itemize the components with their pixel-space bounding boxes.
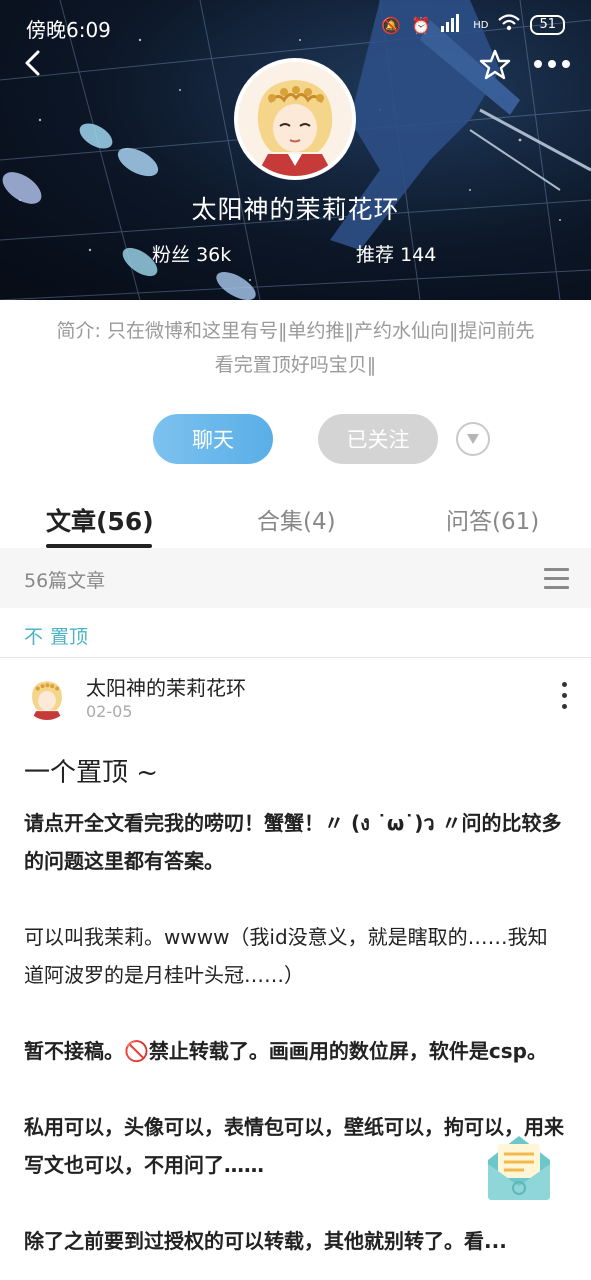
fans-stat[interactable]: 粉丝 36k xyxy=(152,240,231,267)
tab-qa[interactable]: 问答(61) xyxy=(446,502,539,536)
more-vertical-icon xyxy=(556,682,572,709)
post-paragraph: 请点开全文看完我的唠叨！蟹蟹！〃 (ง ˙ω˙)ว 〃问的比较多的问题这里都有答… xyxy=(24,811,562,873)
pin-icon: 不 xyxy=(24,626,44,648)
avatar-illustration xyxy=(238,62,352,176)
post-title[interactable]: 一个置顶 ~ xyxy=(24,752,158,789)
status-bar: 傍晚6:09 🔕 ⏰ HD 51 xyxy=(0,0,591,52)
chevron-left-icon xyxy=(25,50,40,76)
bio-line-1: 简介: 只在微博和这里有号‖单约推‖产约水仙向‖提问前先 xyxy=(56,320,535,342)
more-horizontal-icon xyxy=(534,60,570,68)
status-icons: 🔕 ⏰ HD 51 xyxy=(381,14,565,36)
status-time: 傍晚6:09 xyxy=(26,18,111,42)
hamburger-icon[interactable] xyxy=(544,568,569,590)
post-body[interactable]: 请点开全文看完我的唠叨！蟹蟹！〃 (ง ˙ω˙)ว 〃问的比较多的问题这里都有答… xyxy=(24,804,567,1280)
recommend-value: 144 xyxy=(400,244,437,266)
signal-icon xyxy=(441,14,463,36)
follow-button[interactable]: 已关注 xyxy=(318,414,438,464)
profile-stats: 粉丝 36k 推荐 144 xyxy=(0,240,591,270)
tab-articles[interactable]: 文章(56) xyxy=(46,502,154,538)
mail-envelope-icon xyxy=(488,1136,550,1200)
profile-name: 太阳神的茉莉花环 xyxy=(191,195,400,224)
recommend-stat[interactable]: 推荐 144 xyxy=(356,240,436,267)
post-author-avatar[interactable] xyxy=(24,674,70,720)
alarm-icon: ⏰ xyxy=(411,15,432,35)
fans-value: 36k xyxy=(196,244,232,266)
post-paragraph: 可以叫我茉莉。wwww（我id没意义，就是瞎取的……我知道阿波罗的是月桂叶头冠…… xyxy=(24,925,548,987)
more-options-button[interactable] xyxy=(532,54,572,74)
floating-mail-button[interactable] xyxy=(484,1130,554,1202)
article-list-header: 56篇文章 xyxy=(0,548,591,608)
tab-collections[interactable]: 合集(4) xyxy=(257,502,336,536)
pinned-section-header: 不 置顶 xyxy=(0,608,591,658)
mute-icon: 🔕 xyxy=(381,15,402,35)
favorite-button[interactable] xyxy=(478,48,512,82)
wifi-icon xyxy=(498,14,521,36)
post-author-name[interactable]: 太阳神的茉莉花环 xyxy=(86,672,246,701)
post-paragraph: 除了之前要到过授权的可以转载，其他就别转了。看... xyxy=(24,1229,507,1253)
profile-banner: 傍晚6:09 🔕 ⏰ HD 51 太阳神的茉莉花环 粉丝 36k 推荐 144 xyxy=(0,0,591,300)
network-type: HD xyxy=(473,19,489,31)
fans-label: 粉丝 xyxy=(152,244,191,266)
star-outline-icon xyxy=(479,49,511,80)
bio-line-2: 看完置顶好吗宝贝‖ xyxy=(214,354,377,376)
avatar-illustration xyxy=(24,674,70,720)
article-count: 56篇文章 xyxy=(24,570,106,592)
post-date: 02-05 xyxy=(86,702,133,721)
follow-dropdown-button[interactable] xyxy=(456,422,490,456)
profile-tabs: 文章(56) 合集(4) 问答(61) xyxy=(0,494,591,548)
post-more-button[interactable] xyxy=(556,682,572,712)
pinned-label: 置顶 xyxy=(50,626,89,648)
chat-button[interactable]: 聊天 xyxy=(153,414,273,464)
profile-bio: 简介: 只在微博和这里有号‖单约推‖产约水仙向‖提问前先 看完置顶好吗宝贝‖ xyxy=(24,314,567,382)
recommend-label: 推荐 xyxy=(356,244,395,266)
post-paragraph: 暂不接稿。🚫禁止转载了。画画用的数位屏，软件是csp。 xyxy=(24,1039,547,1063)
battery-indicator: 51 xyxy=(530,15,565,35)
triangle-down-icon xyxy=(467,434,479,444)
profile-avatar[interactable] xyxy=(234,58,356,180)
back-button[interactable] xyxy=(18,48,48,78)
